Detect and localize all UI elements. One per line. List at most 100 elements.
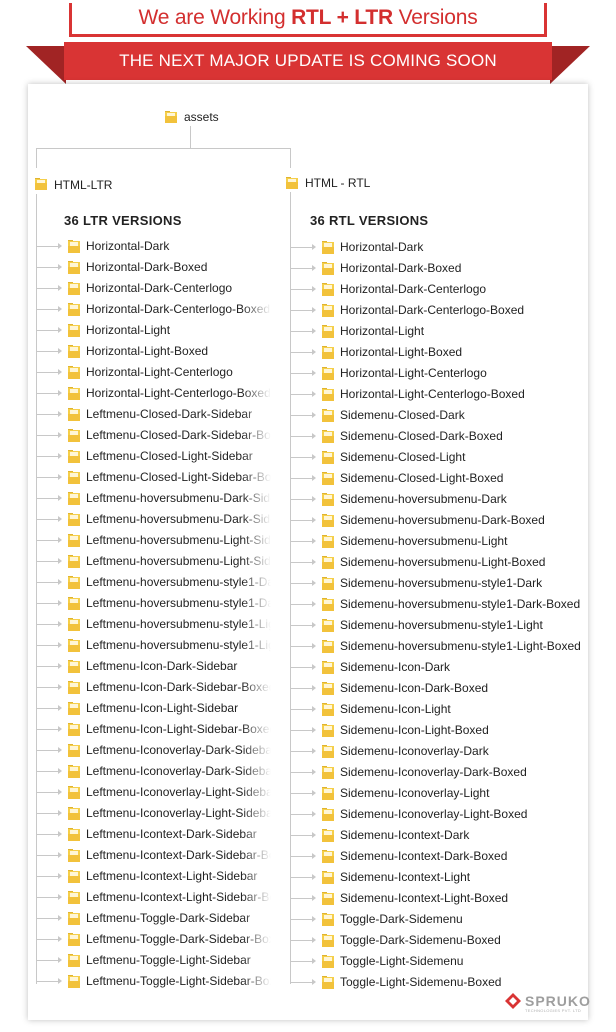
folder-list-item[interactable]: Sidemenu-hoversubmenu-Light-Boxed — [290, 552, 590, 573]
folder-icon — [322, 955, 334, 968]
folder-list-item[interactable]: Horizontal-Dark-Boxed — [36, 257, 276, 278]
folder-list-item[interactable]: Leftmenu-Icon-Light-Sidebar — [36, 698, 276, 719]
rtl-versions-heading: 36 RTL VERSIONS — [310, 213, 429, 228]
folder-list-item[interactable]: Sidemenu-Iconoverlay-Dark — [290, 741, 590, 762]
folder-list-item[interactable]: Horizontal-Dark-Centerlogo — [36, 278, 276, 299]
folder-list-item[interactable]: Sidemenu-Icontext-Light — [290, 867, 590, 888]
folder-label-html-rtl[interactable]: HTML - RTL — [305, 176, 370, 190]
folder-list-item[interactable]: Horizontal-Light-Centerlogo-Boxed — [290, 384, 590, 405]
folder-list-item[interactable]: Sidemenu-Icon-Light — [290, 699, 590, 720]
folder-list-item[interactable]: Leftmenu-Toggle-Light-Sidebar-Boxed — [36, 971, 276, 992]
arrow-right-icon — [58, 768, 62, 774]
folder-list-item[interactable]: Horizontal-Dark-Boxed — [290, 258, 590, 279]
folder-list-item[interactable]: Sidemenu-Iconoverlay-Light — [290, 783, 590, 804]
folder-list-item[interactable]: Leftmenu-Icon-Light-Sidebar-Boxed — [36, 719, 276, 740]
folder-list-item[interactable]: Leftmenu-Icon-Dark-Sidebar — [36, 656, 276, 677]
folder-list-item[interactable]: Sidemenu-Iconoverlay-Light-Boxed — [290, 804, 590, 825]
folder-list-item[interactable]: Leftmenu-hoversubmenu-style1-Dark — [36, 593, 276, 614]
folder-list-item[interactable]: Horizontal-Dark-Centerlogo — [290, 279, 590, 300]
folder-list-item[interactable]: Toggle-Light-Sidemenu — [290, 951, 590, 972]
folder-list-item[interactable]: Sidemenu-Icon-Dark-Boxed — [290, 678, 590, 699]
folder-list-item[interactable]: Horizontal-Light — [36, 320, 276, 341]
folder-list-item[interactable]: Leftmenu-Closed-Light-Sidebar-Boxed — [36, 467, 276, 488]
folder-list-item[interactable]: Sidemenu-Closed-Dark-Boxed — [290, 426, 590, 447]
folder-list-item[interactable]: Toggle-Light-Sidemenu-Boxed — [290, 972, 590, 993]
folder-list-item[interactable]: Horizontal-Light-Boxed — [36, 341, 276, 362]
folder-list-item[interactable]: Leftmenu-Icontext-Light-Sidebar — [36, 866, 276, 887]
arrow-right-icon — [312, 601, 316, 607]
folder-list-item[interactable]: Leftmenu-Iconoverlay-Dark-Sidebar — [36, 761, 276, 782]
folder-list-item[interactable]: Horizontal-Dark — [36, 236, 276, 257]
folder-icon — [322, 325, 334, 338]
folder-list-item[interactable]: Leftmenu-Closed-Light-Sidebar — [36, 446, 276, 467]
folder-list-item[interactable]: Sidemenu-Icon-Dark — [290, 657, 590, 678]
folder-list-item[interactable]: Leftmenu-Closed-Dark-Sidebar-Boxed — [36, 425, 276, 446]
folder-name: Leftmenu-hoversubmenu-Dark-Sidebar — [86, 491, 276, 505]
ltr-versions-heading: 36 LTR VERSIONS — [64, 213, 182, 228]
folder-list-item[interactable]: Sidemenu-Icontext-Dark — [290, 825, 590, 846]
folder-list-item[interactable]: Leftmenu-Iconoverlay-Light-Sidebar — [36, 782, 276, 803]
tree-connector — [36, 288, 60, 289]
tree-connector — [36, 330, 60, 331]
folder-list-item[interactable]: Sidemenu-Icon-Light-Boxed — [290, 720, 590, 741]
folder-list-item[interactable]: Leftmenu-Toggle-Dark-Sidebar — [36, 908, 276, 929]
folder-list-item[interactable]: Sidemenu-Icontext-Dark-Boxed — [290, 846, 590, 867]
folder-list-item[interactable]: Leftmenu-Closed-Dark-Sidebar — [36, 404, 276, 425]
folder-list-item[interactable]: Leftmenu-Toggle-Dark-Sidebar-Boxed — [36, 929, 276, 950]
folder-list-item[interactable]: Leftmenu-Iconoverlay-Light-Sidebar — [36, 803, 276, 824]
arrow-right-icon — [312, 979, 316, 985]
folder-list-item[interactable]: Leftmenu-hoversubmenu-Dark-Sidebar — [36, 509, 276, 530]
folder-icon — [68, 534, 80, 547]
folder-name: Leftmenu-Toggle-Light-Sidebar — [86, 953, 251, 967]
folder-icon — [68, 828, 80, 841]
folder-name: Horizontal-Light — [86, 323, 171, 337]
folder-list-item[interactable]: Horizontal-Light-Boxed — [290, 342, 590, 363]
folder-list-item[interactable]: Leftmenu-hoversubmenu-Light-Sidebar — [36, 551, 276, 572]
folder-list-item[interactable]: Leftmenu-Icontext-Dark-Sidebar — [36, 824, 276, 845]
folder-list-item[interactable]: Horizontal-Dark — [290, 237, 590, 258]
folder-list-item[interactable]: Sidemenu-hoversubmenu-style1-Light-Boxed — [290, 636, 590, 657]
folder-name: Leftmenu-Icontext-Dark-Sidebar — [86, 827, 257, 841]
folder-list-item[interactable]: Leftmenu-hoversubmenu-style1-Dark — [36, 572, 276, 593]
folder-name: Horizontal-Light-Centerlogo — [86, 365, 233, 379]
folder-name: Leftmenu-Iconoverlay-Light-Sidebar — [86, 806, 276, 820]
folder-list-item[interactable]: Leftmenu-Icontext-Dark-Sidebar-Boxed — [36, 845, 276, 866]
folder-list-item[interactable]: Leftmenu-Toggle-Light-Sidebar — [36, 950, 276, 971]
folder-list-item[interactable]: Leftmenu-hoversubmenu-Light-Sidebar — [36, 530, 276, 551]
folder-list-item[interactable]: Sidemenu-Iconoverlay-Dark-Boxed — [290, 762, 590, 783]
arrow-right-icon — [58, 621, 62, 627]
folder-list-item[interactable]: Leftmenu-hoversubmenu-style1-Light — [36, 635, 276, 656]
folder-list-item[interactable]: Horizontal-Light-Centerlogo — [290, 363, 590, 384]
folder-list-item[interactable]: Sidemenu-Closed-Light-Boxed — [290, 468, 590, 489]
folder-list-item[interactable]: Sidemenu-Icontext-Light-Boxed — [290, 888, 590, 909]
folder-list-item[interactable]: Sidemenu-hoversubmenu-style1-Dark-Boxed — [290, 594, 590, 615]
folder-list-item[interactable]: Sidemenu-hoversubmenu-style1-Light — [290, 615, 590, 636]
folder-label-assets[interactable]: assets — [184, 110, 219, 124]
tree-connector — [290, 940, 314, 941]
folder-list-item[interactable]: Horizontal-Light-Centerlogo-Boxed — [36, 383, 276, 404]
folder-name: Horizontal-Light-Centerlogo — [340, 366, 487, 380]
folder-list-item[interactable]: Leftmenu-hoversubmenu-Dark-Sidebar — [36, 488, 276, 509]
folder-list-item[interactable]: Sidemenu-Closed-Dark — [290, 405, 590, 426]
folder-list-item[interactable]: Sidemenu-hoversubmenu-Dark — [290, 489, 590, 510]
folder-list-item[interactable]: Leftmenu-hoversubmenu-style1-Light — [36, 614, 276, 635]
folder-list-item[interactable]: Sidemenu-hoversubmenu-Light — [290, 531, 590, 552]
folder-list-item[interactable]: Sidemenu-hoversubmenu-style1-Dark — [290, 573, 590, 594]
folder-list-item[interactable]: Sidemenu-Closed-Light — [290, 447, 590, 468]
spruko-logo: SPRUKO TECHNOLOGIES PVT. LTD — [505, 993, 591, 1013]
folder-list-item[interactable]: Horizontal-Light — [290, 321, 590, 342]
folder-icon — [322, 640, 334, 653]
tree-connector — [290, 457, 314, 458]
folder-label-html-ltr[interactable]: HTML-LTR — [54, 178, 112, 192]
folder-icon — [322, 871, 334, 884]
folder-list-item[interactable]: Leftmenu-Iconoverlay-Dark-Sidebar — [36, 740, 276, 761]
folder-list-item[interactable]: Toggle-Dark-Sidemenu-Boxed — [290, 930, 590, 951]
folder-list-item[interactable]: Leftmenu-Icontext-Light-Sidebar-Boxed — [36, 887, 276, 908]
folder-list-item[interactable]: Toggle-Dark-Sidemenu — [290, 909, 590, 930]
folder-list-item[interactable]: Sidemenu-hoversubmenu-Dark-Boxed — [290, 510, 590, 531]
folder-list-item[interactable]: Horizontal-Dark-Centerlogo-Boxed — [36, 299, 276, 320]
folder-list-item[interactable]: Horizontal-Dark-Centerlogo-Boxed — [290, 300, 590, 321]
folder-icon — [68, 639, 80, 652]
folder-list-item[interactable]: Horizontal-Light-Centerlogo — [36, 362, 276, 383]
folder-list-item[interactable]: Leftmenu-Icon-Dark-Sidebar-Boxed — [36, 677, 276, 698]
